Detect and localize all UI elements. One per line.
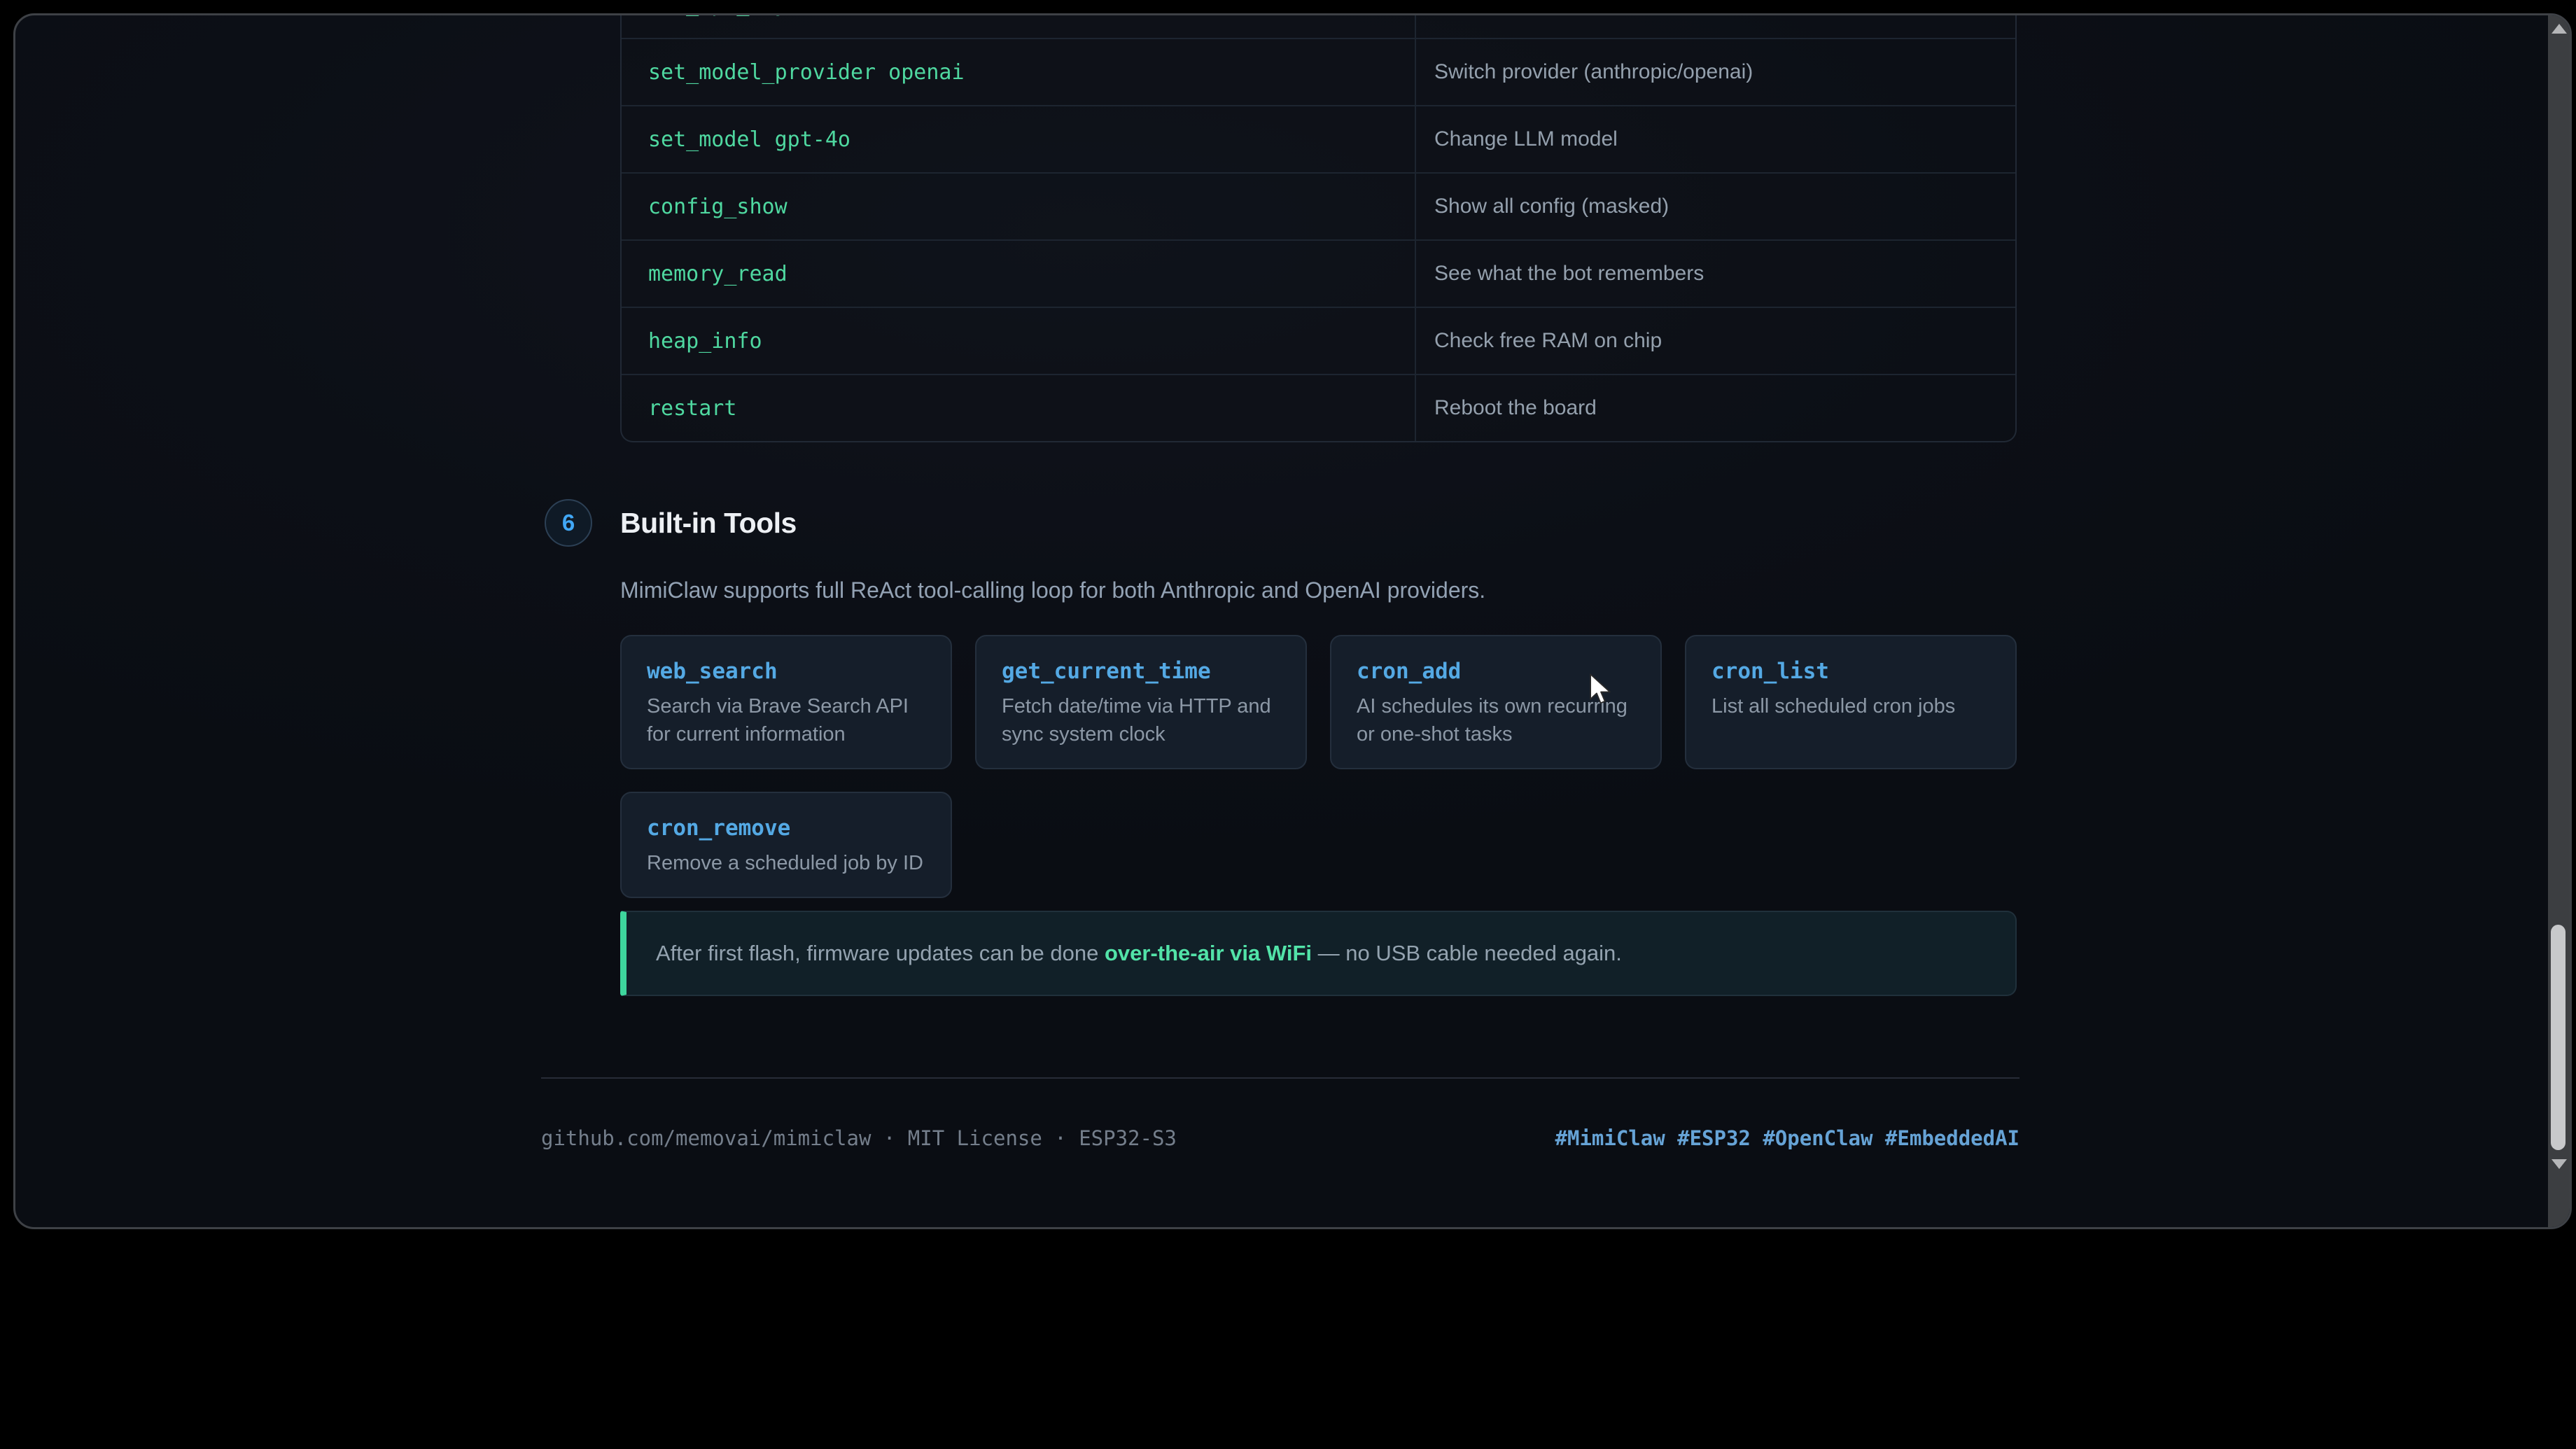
table-row: heap_info Check free RAM on chip xyxy=(622,307,2015,374)
footer-divider xyxy=(541,1077,2019,1079)
commands-table: set_api_key KEY Update API key set_model… xyxy=(620,13,2017,442)
tool-description: Search via Brave Search API for current … xyxy=(647,692,925,748)
scroll-down-icon[interactable] xyxy=(2552,1159,2567,1169)
command-cell: set_model_provider openai xyxy=(622,39,1416,105)
command-cell: restart xyxy=(622,375,1416,441)
tool-card-cron-remove: cron_remove Remove a scheduled job by ID xyxy=(620,792,952,898)
description-cell: Reboot the board xyxy=(1416,396,2015,420)
command-cell: memory_read xyxy=(622,241,1416,307)
footer-hashtags: #MimiClaw #ESP32 #OpenClaw #EmbeddedAI xyxy=(1555,1126,2019,1151)
tool-name: web_search xyxy=(647,659,925,684)
callout-prefix: After first flash, firmware updates can … xyxy=(656,941,1105,965)
callout-text: After first flash, firmware updates can … xyxy=(656,939,1622,968)
section-title: Built-in Tools xyxy=(620,506,797,540)
footer-repo-license: github.com/memovai/mimiclaw · MIT Licens… xyxy=(541,1126,1177,1151)
tool-name: cron_remove xyxy=(647,816,925,841)
table-row: config_show Show all config (masked) xyxy=(622,172,2015,239)
ota-callout: After first flash, firmware updates can … xyxy=(620,911,2017,996)
section-subtitle: MimiClaw supports full ReAct tool-callin… xyxy=(620,576,2017,604)
tool-name: get_current_time xyxy=(1002,659,1280,684)
description-cell: Update API key xyxy=(1416,13,2015,16)
tool-description: AI schedules its own recurring or one-sh… xyxy=(1357,692,1635,748)
tool-description: List all scheduled cron jobs xyxy=(1712,692,1990,720)
table-row: set_api_key KEY Update API key xyxy=(622,13,2015,38)
tool-description: Remove a scheduled job by ID xyxy=(647,849,925,877)
tool-name: cron_list xyxy=(1712,659,1990,684)
command-cell: config_show xyxy=(622,174,1416,239)
table-row: memory_read See what the bot remembers xyxy=(622,239,2015,307)
description-cell: Change LLM model xyxy=(1416,127,2015,151)
scrollbar-track[interactable] xyxy=(2548,15,2570,1227)
command-cell: heap_info xyxy=(622,308,1416,374)
tool-card-cron-list: cron_list List all scheduled cron jobs xyxy=(1685,635,2017,769)
callout-highlight: over-the-air via WiFi xyxy=(1105,941,1312,965)
app-window: set_api_key KEY Update API key set_model… xyxy=(13,13,2572,1229)
section-number-badge: 6 xyxy=(545,499,592,547)
description-cell: See what the bot remembers xyxy=(1416,262,2015,286)
tool-description: Fetch date/time via HTTP and sync system… xyxy=(1002,692,1280,748)
table-row: set_model_provider openai Switch provide… xyxy=(622,38,2015,105)
scrollbar-thumb[interactable] xyxy=(2551,925,2566,1150)
tool-name: cron_add xyxy=(1357,659,1635,684)
table-row: restart Reboot the board xyxy=(622,374,2015,441)
tool-card-cron-add: cron_add AI schedules its own recurring … xyxy=(1330,635,1662,769)
command-cell: set_api_key KEY xyxy=(622,13,1416,38)
command-cell: set_model gpt-4o xyxy=(622,106,1416,172)
tools-grid: web_search Search via Brave Search API f… xyxy=(620,635,2017,898)
scroll-up-icon[interactable] xyxy=(2552,24,2567,34)
description-cell: Show all config (masked) xyxy=(1416,195,2015,218)
footer: github.com/memovai/mimiclaw · MIT Licens… xyxy=(541,1126,2019,1151)
description-cell: Switch provider (anthropic/openai) xyxy=(1416,60,2015,84)
tool-card-get-current-time: get_current_time Fetch date/time via HTT… xyxy=(975,635,1307,769)
tool-card-web-search: web_search Search via Brave Search API f… xyxy=(620,635,952,769)
description-cell: Check free RAM on chip xyxy=(1416,329,2015,353)
callout-suffix: — no USB cable needed again. xyxy=(1312,941,1622,965)
table-row: set_model gpt-4o Change LLM model xyxy=(622,105,2015,172)
